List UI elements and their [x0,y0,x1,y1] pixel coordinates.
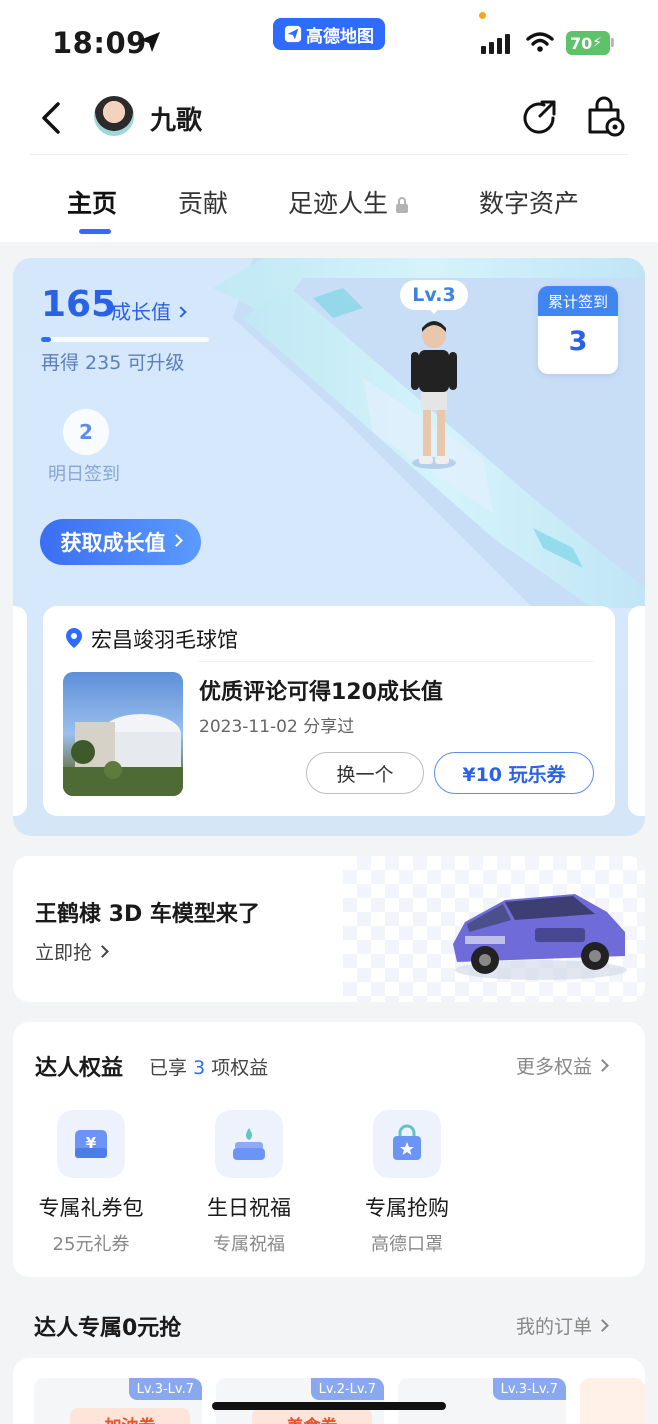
perk-sub: 25元礼券 [52,1234,130,1255]
back-to-app-pill[interactable]: 高德地图 [273,18,385,50]
chevron-right-icon [175,305,187,318]
growth-progress-bar [41,337,209,342]
location-pin-icon [66,628,82,648]
upgrade-hint: 再得 235 可升级 [41,352,185,374]
zero-item-label: 美食券 [252,1408,372,1424]
status-time: 18:09 [52,26,147,60]
perk-name: 专属礼券包 [38,1196,144,1220]
more-perks-link[interactable]: 更多权益 [516,1052,609,1079]
tomorrow-checkin-day: 2 [63,409,109,455]
wifi-icon [526,32,554,52]
shopping-bag-icon [373,1110,441,1178]
perks-count: 已享 3 项权益 [149,1053,268,1080]
zero-item-label: 加油券 [70,1408,190,1424]
battery-level: 70 [570,33,593,53]
growth-value-link[interactable]: 成长值 [111,296,187,325]
cake-icon [215,1110,283,1178]
my-orders-link[interactable]: 我的订单 [516,1312,609,1339]
poi-review-reward: 优质评论可得120成长值 [199,680,443,705]
wallet-icon: ¥ [57,1110,125,1178]
chevron-right-icon [596,1059,609,1072]
poi-photo[interactable] [63,672,183,796]
poi-card-next-peek[interactable] [628,606,645,816]
header-divider [30,154,628,155]
swap-button[interactable]: 换一个 [306,752,424,794]
checkin-count: 3 [568,326,588,357]
perk-coupon-pack[interactable]: ¥ 专属礼券包 25元礼券 [21,1110,161,1256]
tomorrow-checkin-label: 明日签到 [48,464,120,485]
paper-plane-icon [284,25,302,43]
cumulative-checkin-card[interactable]: 累计签到 3 [538,286,618,374]
zero-item[interactable]: Lv.3-Lv.7 [398,1378,566,1424]
chevron-right-icon [96,945,109,958]
perk-name: 生日祝福 [207,1196,291,1220]
perk-name: 专属抢购 [365,1196,449,1220]
app-pill-label: 高德地图 [306,26,374,47]
level-range-badge: Lv.3-Lv.7 [128,1378,202,1400]
level-range-badge: Lv.3-Lv.7 [492,1378,566,1400]
get-growth-label: 获取成长值 [60,531,166,555]
poi-card-prev-peek[interactable] [13,606,27,816]
my-orders-label: 我的订单 [516,1316,593,1338]
share-icon[interactable] [520,98,560,138]
poi-divider [199,661,593,662]
perks-title: 达人权益 [35,1056,124,1081]
user-name: 九歌 [150,106,203,136]
location-arrow-icon [140,32,160,52]
zero-purchase-title: 达人专属0元抢 [34,1316,182,1341]
tab-footprint[interactable]: 足迹人生 [288,184,410,220]
tab-footprint-label: 足迹人生 [288,189,389,218]
poi-share-date: 2023-11-02 分享过 [199,717,355,737]
car-model-banner[interactable]: 王鹤棣 3D 车模型来了 立即抢 [13,856,645,1002]
perk-sub: 高德口罩 [371,1234,443,1255]
battery-cap [611,38,614,47]
tab-contribution[interactable]: 贡献 [178,184,228,220]
checkin-label: 累计签到 [538,286,618,316]
perk-birthday[interactable]: 生日祝福 专属祝福 [179,1110,319,1256]
active-tab-indicator [79,229,111,234]
tab-digital-assets[interactable]: 数字资产 [479,184,579,220]
growth-value[interactable]: 165 [41,284,116,325]
zero-item[interactable]: Lv.2-Lv.7 美食券 [216,1378,384,1424]
perk-sub: 专属祝福 [213,1234,285,1255]
coupon-button[interactable]: ¥10 玩乐券 [434,752,594,794]
perks-count-suffix: 项权益 [211,1057,269,1079]
poi-review-card[interactable]: 宏昌竣羽毛球馆 优质评论可得120成长值 2023-11-02 分享过 换一个 … [43,606,615,816]
status-bar: 18:09 高德地图 70 ⚡ [0,0,658,80]
car-banner-title: 王鹤棣 3D 车模型来了 [35,902,260,927]
car-banner-cta[interactable]: 立即抢 [35,938,109,965]
chevron-right-icon [169,533,183,547]
more-perks-label: 更多权益 [516,1056,593,1078]
tab-home[interactable]: 主页 [67,184,117,220]
expert-perks-card: 达人权益 已享 3 项权益 更多权益 ¥ 专属礼券包 25元礼券 生日祝福 专属… [13,1022,645,1277]
growth-hero-card: 165 成长值 再得 235 可升级 2 明日签到 获取成长值 Lv.3 累计签… [13,258,645,836]
lock-icon [396,197,409,213]
get-growth-button[interactable]: 获取成长值 [40,519,201,565]
perks-count-prefix: 已享 [149,1057,188,1079]
car-model-image [453,894,627,980]
chevron-right-icon [596,1319,609,1332]
back-arrow-icon[interactable] [34,98,70,138]
zero-item-peek[interactable] [580,1378,645,1424]
growth-progress-fill [41,337,51,342]
cellular-signal-icon [481,34,510,54]
perks-count-number: 3 [193,1057,206,1079]
home-indicator [212,1402,446,1410]
privacy-indicator-dot [479,12,486,19]
level-range-badge: Lv.2-Lv.7 [310,1378,384,1400]
battery-icon: 70 ⚡ [566,31,610,55]
poi-photo-image [63,714,183,796]
poi-name: 宏昌竣羽毛球馆 [91,628,238,652]
perk-exclusive-buy[interactable]: 专属抢购 高德口罩 [337,1110,477,1256]
avatar[interactable] [94,96,134,136]
level-badge: Lv.3 [400,280,468,314]
shopping-bag-settings-icon[interactable] [584,96,626,138]
svg-text:¥: ¥ [86,1134,97,1152]
zero-item[interactable]: Lv.3-Lv.7 加油券 [34,1378,202,1424]
growth-value-label: 成长值 [111,300,171,324]
profile-header: 九歌 [0,80,658,156]
car-cta-label: 立即抢 [35,942,93,964]
